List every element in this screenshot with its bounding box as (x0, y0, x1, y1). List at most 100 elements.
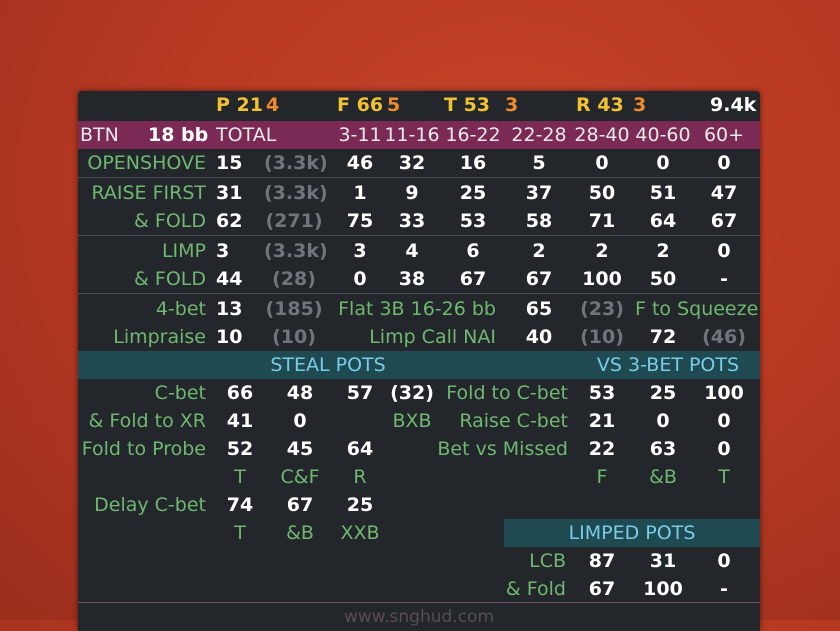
header-r-label: R 43 (576, 94, 624, 116)
stat-cell: 45 (286, 438, 314, 460)
stat-cell: 25 (649, 382, 677, 404)
stat-cell: 32 (398, 152, 426, 174)
stat-total: 3 (216, 240, 230, 262)
stat-label: & Fold (505, 578, 566, 600)
stat-sublabel: T (718, 466, 730, 488)
stat-cell: 87 (588, 550, 616, 572)
stat-cell: 0 (656, 410, 670, 432)
stat-label: Flat 3B 16-26 bb (338, 298, 496, 320)
stat-cell: 25 (346, 494, 374, 516)
range-label: 28-40 (574, 124, 630, 146)
stat-cell: 0 (717, 410, 731, 432)
range-label: 16-22 (445, 124, 501, 146)
stat-sublabel: XXB (340, 522, 380, 544)
stat-sample: (3.3k) (264, 182, 328, 204)
stat-cell: 100 (582, 268, 622, 290)
stat-total: 15 (216, 152, 243, 174)
stat-cell: 4 (405, 240, 419, 262)
stat-sublabel: &B (649, 466, 677, 488)
header-p-value: 4 (266, 94, 280, 116)
stat-sample: (10) (272, 326, 316, 348)
stat-cell: 9 (405, 182, 419, 204)
stat-cell: 0 (353, 268, 367, 290)
stat-cell: 40 (525, 326, 553, 348)
stat-cell: 100 (643, 578, 683, 600)
stat-label: 4-bet (155, 298, 206, 320)
range-label: 40-60 (635, 124, 691, 146)
stat-cell: 51 (649, 182, 677, 204)
stat-cell: 52 (226, 438, 254, 460)
stat-cell: 71 (588, 210, 616, 232)
stat-cell: 74 (226, 494, 254, 516)
stat-label: Fold to C-bet (446, 382, 568, 404)
stat-total: 13 (216, 298, 243, 320)
stat-cell: 2 (595, 240, 609, 262)
stat-sample: (28) (272, 268, 316, 290)
stat-cell: 37 (525, 182, 553, 204)
stat-cell: 57 (346, 382, 374, 404)
range-label: 3-11 (338, 124, 382, 146)
section-title-vs3bet: VS 3-BET POTS (596, 354, 740, 376)
stat-sublabel: &B (286, 522, 314, 544)
stat-cell: 33 (398, 210, 426, 232)
stat-label: OPENSHOVE (87, 152, 206, 174)
stat-sample: (3.3k) (264, 152, 328, 174)
stat-total: 10 (216, 326, 243, 348)
stat-cell: - (720, 268, 728, 290)
stat-cell: 50 (588, 182, 616, 204)
range-label: 22-28 (511, 124, 567, 146)
hud-panel: P 21 4 F 66 5 T 53 3 R 43 3 9.4k BTN 18 … (78, 91, 760, 631)
stat-cell: 100 (704, 382, 744, 404)
stat-label: & Fold to XR (88, 410, 206, 432)
stat-cell: 25 (459, 182, 487, 204)
stat-cell: 50 (649, 268, 677, 290)
stat-cell: 41 (226, 410, 254, 432)
stat-total: 31 (216, 182, 243, 204)
stat-cell: 66 (226, 382, 254, 404)
stat-label: RAISE FIRST (91, 182, 206, 204)
stack-size: 18 bb (148, 124, 209, 146)
stat-cell: 67 (459, 268, 487, 290)
stat-cell: 6 (466, 240, 480, 262)
stat-sample: (271) (265, 210, 323, 232)
stat-cell: 64 (346, 438, 374, 460)
stat-label: Limp Call NAI (369, 326, 496, 348)
stat-total: 62 (216, 210, 243, 232)
stat-cell: 0 (595, 152, 609, 174)
stat-sublabel: T (234, 522, 246, 544)
watermark-text: www.snghud.com (343, 607, 495, 627)
stat-total: 44 (216, 268, 243, 290)
stat-label: & FOLD (134, 268, 206, 290)
stat-cell: 31 (649, 550, 677, 572)
stat-sample: (23) (580, 298, 624, 320)
stat-sublabel: R (353, 466, 367, 488)
stat-label: C-bet (154, 382, 206, 404)
stat-label: Delay C-bet (94, 494, 206, 516)
header-t-value: 3 (505, 94, 519, 116)
stat-label: LCB (529, 550, 566, 572)
stat-cell: 53 (588, 382, 616, 404)
stat-label: Raise C-bet (459, 410, 568, 432)
stat-sample: (3.3k) (264, 240, 328, 262)
divider (78, 235, 760, 236)
stat-cell: 21 (588, 410, 616, 432)
stat-sublabel: F (596, 466, 608, 488)
stat-cell: 67 (710, 210, 738, 232)
stat-cell: 16 (459, 152, 487, 174)
stat-label: Limpraise (113, 326, 206, 348)
stat-cell: 64 (649, 210, 677, 232)
divider (78, 293, 760, 294)
total-label: TOTAL (216, 124, 277, 146)
stat-cell: 0 (717, 240, 731, 262)
stat-cell: 75 (346, 210, 374, 232)
stat-cell: 38 (398, 268, 426, 290)
stat-cell: 0 (717, 152, 731, 174)
stat-cell: 72 (649, 326, 677, 348)
stat-sample: (185) (265, 298, 323, 320)
stat-cell: 2 (656, 240, 670, 262)
stat-label: Bet vs Missed (437, 438, 568, 460)
stat-label: LIMP (161, 240, 206, 262)
range-label: 11-16 (384, 124, 440, 146)
stat-cell: 1 (353, 182, 367, 204)
stat-cell: - (720, 578, 728, 600)
